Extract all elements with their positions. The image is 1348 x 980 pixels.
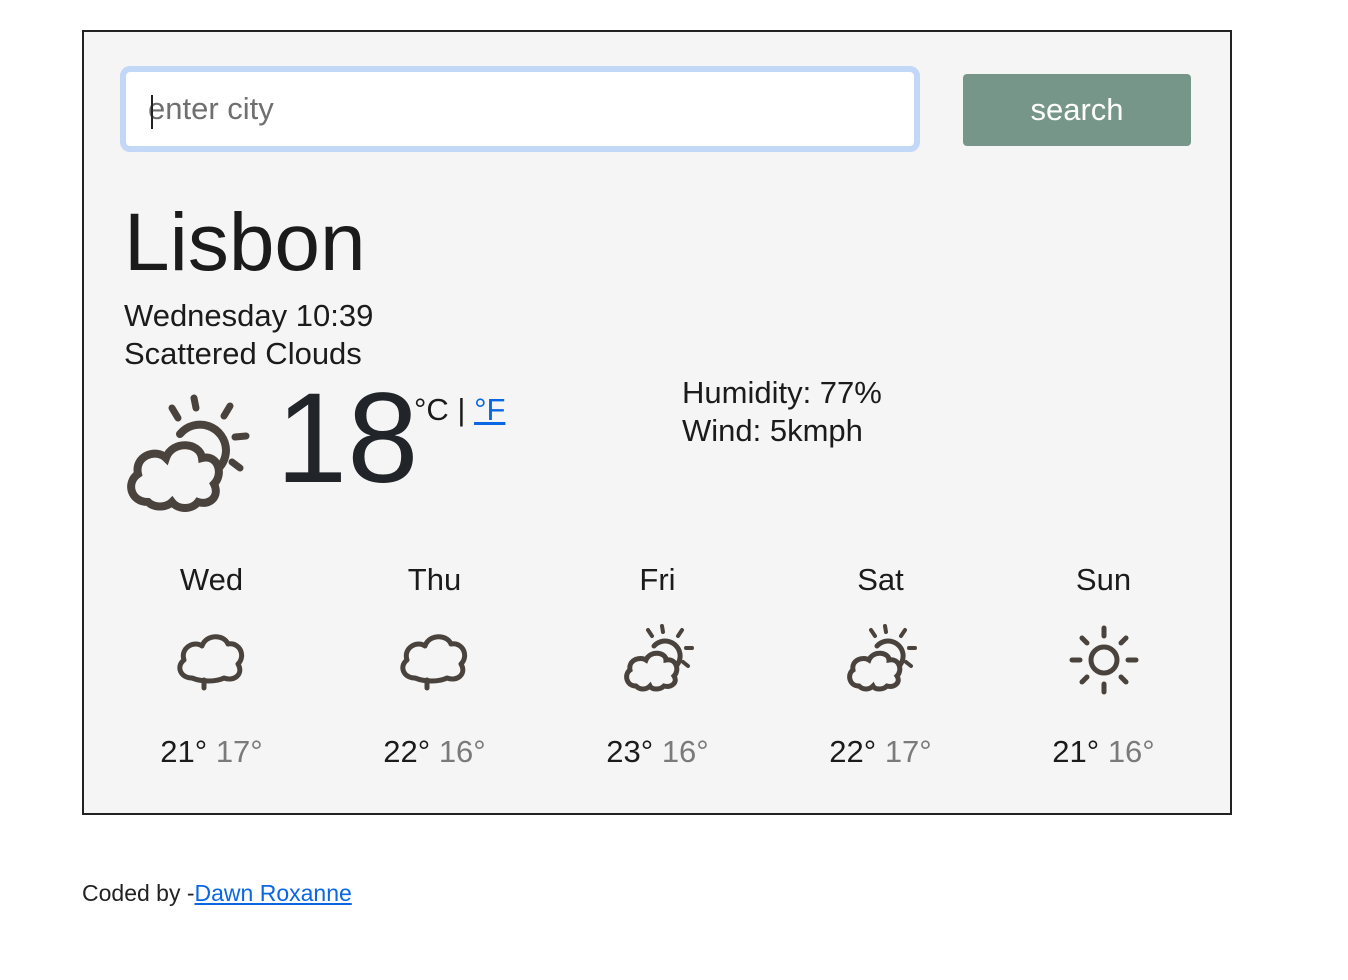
forecast-temps: 21° 16° [992,734,1215,770]
current-temperature: 18 [276,367,419,510]
cloud-icon [399,634,467,691]
forecast-day-name: Sun [1075,562,1132,597]
forecast-max-temp: 21° [160,734,208,769]
current-date-time: Wednesday 10:39 [124,298,374,333]
weather-stats: Humidity: 77% Wind: 5kmph [682,374,882,450]
city-search-input[interactable] [120,66,920,152]
forecast-max-temp: 22° [829,734,877,769]
celsius-label: °C [414,392,449,427]
cloud-icon [176,634,244,691]
forecast-min-temp: 16° [438,734,486,769]
partly-cloudy-icon [127,394,250,512]
forecast-max-temp: 23° [606,734,654,769]
partly-cloudy-icon [623,624,694,692]
wind-text: Wind: 5kmph [682,413,863,448]
forecast-temps: 23° 16° [546,734,769,770]
sun-icon [1069,625,1138,695]
partly-cloudy-icon [846,624,917,692]
forecast-day-name: Wed [179,562,244,597]
forecast-day: Fri 23° 16° [546,562,769,772]
text-caret [151,95,153,129]
forecast-max-temp: 21° [1052,734,1100,769]
forecast-day: Wed 21° 17° [100,562,323,772]
forecast-temps: 21° 17° [100,734,323,770]
unit-toggle: °C | °F [414,392,505,428]
forecast-day: Thu 22° 16° [323,562,546,772]
footer-prefix: Coded by - [82,880,195,906]
forecast-min-temp: 17° [215,734,263,769]
forecast-min-temp: 17° [884,734,932,769]
footer-credit: Coded by -Dawn Roxanne [82,880,352,907]
forecast-temps: 22° 17° [769,734,992,770]
forecast-min-temp: 16° [661,734,709,769]
forecast-day-name: Fri [639,562,676,597]
unit-separator: | [448,392,475,427]
author-link[interactable]: Dawn Roxanne [195,880,352,906]
forecast-temps: 22° 16° [323,734,546,770]
search-button[interactable]: search [963,74,1191,146]
forecast-day: Sun 21° 16° [992,562,1215,772]
forecast-min-temp: 16° [1107,734,1155,769]
forecast-row: Wed 21° 17° Thu 22° 16° Fri 23° 16° Sat … [100,562,1216,772]
humidity-text: Humidity: 77% [682,375,882,410]
forecast-day: Sat 22° 17° [769,562,992,772]
forecast-max-temp: 22° [383,734,431,769]
city-name: Lisbon [124,197,366,288]
weather-app-panel: search Lisbon Wednesday 10:39 Scattered … [82,30,1232,815]
forecast-day-name: Thu [407,562,462,597]
forecast-day-name: Sat [857,562,904,597]
fahrenheit-link[interactable]: °F [474,392,505,427]
